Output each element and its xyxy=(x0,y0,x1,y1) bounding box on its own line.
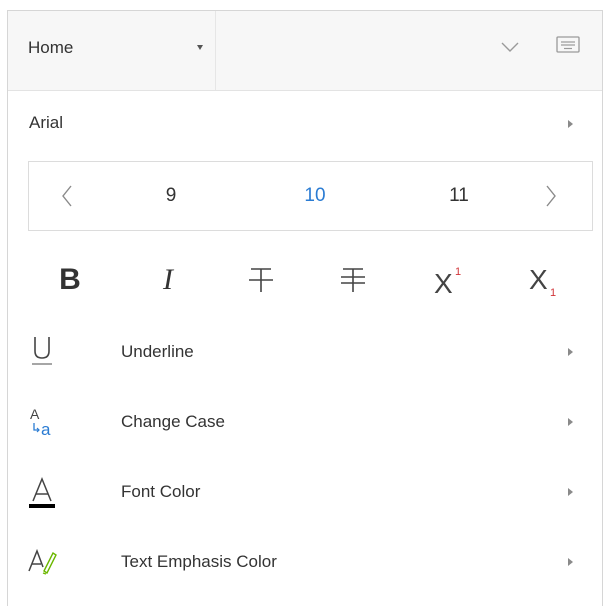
double-strikethrough-button[interactable] xyxy=(328,257,378,303)
font-name-label: Arial xyxy=(29,113,64,132)
svg-text:X: X xyxy=(434,268,453,297)
caret-right-icon xyxy=(568,558,573,566)
svg-text:1: 1 xyxy=(550,287,556,297)
font-size-option[interactable]: 9 xyxy=(141,185,201,207)
caret-right-icon xyxy=(568,120,573,128)
change-case-icon: A a xyxy=(30,406,51,439)
font-size-option[interactable]: 11 xyxy=(429,185,489,207)
subscript-icon: X 1 xyxy=(529,264,556,299)
font-color-label: Font Color xyxy=(121,482,201,501)
header-bar: Home xyxy=(8,11,602,91)
superscript-icon: X 1 xyxy=(434,266,461,299)
font-size-option-selected[interactable]: 10 xyxy=(285,185,345,207)
underline-label: Underline xyxy=(121,342,194,361)
chevron-right-icon[interactable] xyxy=(541,182,561,210)
svg-text:a: a xyxy=(41,420,51,439)
text-emphasis-color-label: Text Emphasis Color xyxy=(121,552,277,571)
tab-selector[interactable]: Home xyxy=(8,11,216,90)
font-color-row[interactable]: Font Color xyxy=(8,457,602,527)
bold-button[interactable]: B xyxy=(45,257,95,303)
chevron-left-icon[interactable] xyxy=(57,182,77,210)
svg-text:X: X xyxy=(529,264,548,295)
keyboard-hide-icon[interactable] xyxy=(556,36,580,54)
bold-label: B xyxy=(59,263,81,296)
italic-label: I xyxy=(163,263,173,296)
text-emphasis-color-row[interactable]: Text Emphasis Color xyxy=(8,527,602,597)
change-case-label: Change Case xyxy=(121,412,225,431)
underline-row[interactable]: Underline xyxy=(8,317,602,387)
underline-icon xyxy=(32,337,52,365)
svg-text:A: A xyxy=(30,406,40,422)
strikethrough-icon xyxy=(249,268,273,292)
caret-right-icon xyxy=(568,488,573,496)
double-strikethrough-icon xyxy=(341,268,365,292)
italic-button[interactable]: I xyxy=(143,257,193,303)
font-name-row[interactable]: Arial xyxy=(8,91,602,153)
change-case-row[interactable]: A a Change Case xyxy=(8,387,602,457)
format-buttons-row: B I X 1 X 1 xyxy=(8,249,602,311)
strikethrough-button[interactable] xyxy=(236,257,286,303)
svg-text:1: 1 xyxy=(455,266,461,278)
highlighter-icon xyxy=(28,548,57,575)
font-size-picker: 9 10 11 xyxy=(28,161,593,231)
superscript-button[interactable]: X 1 xyxy=(425,257,475,303)
tab-label: Home xyxy=(28,38,74,57)
formatting-panel: Home Arial 9 10 11 B I X 1 X 1 Underline… xyxy=(7,10,603,606)
chevron-down-icon[interactable] xyxy=(501,41,519,53)
caret-right-icon xyxy=(568,348,573,356)
caret-right-icon xyxy=(568,418,573,426)
caret-down-icon xyxy=(197,45,203,50)
subscript-button[interactable]: X 1 xyxy=(520,257,570,303)
font-color-icon xyxy=(29,477,55,508)
